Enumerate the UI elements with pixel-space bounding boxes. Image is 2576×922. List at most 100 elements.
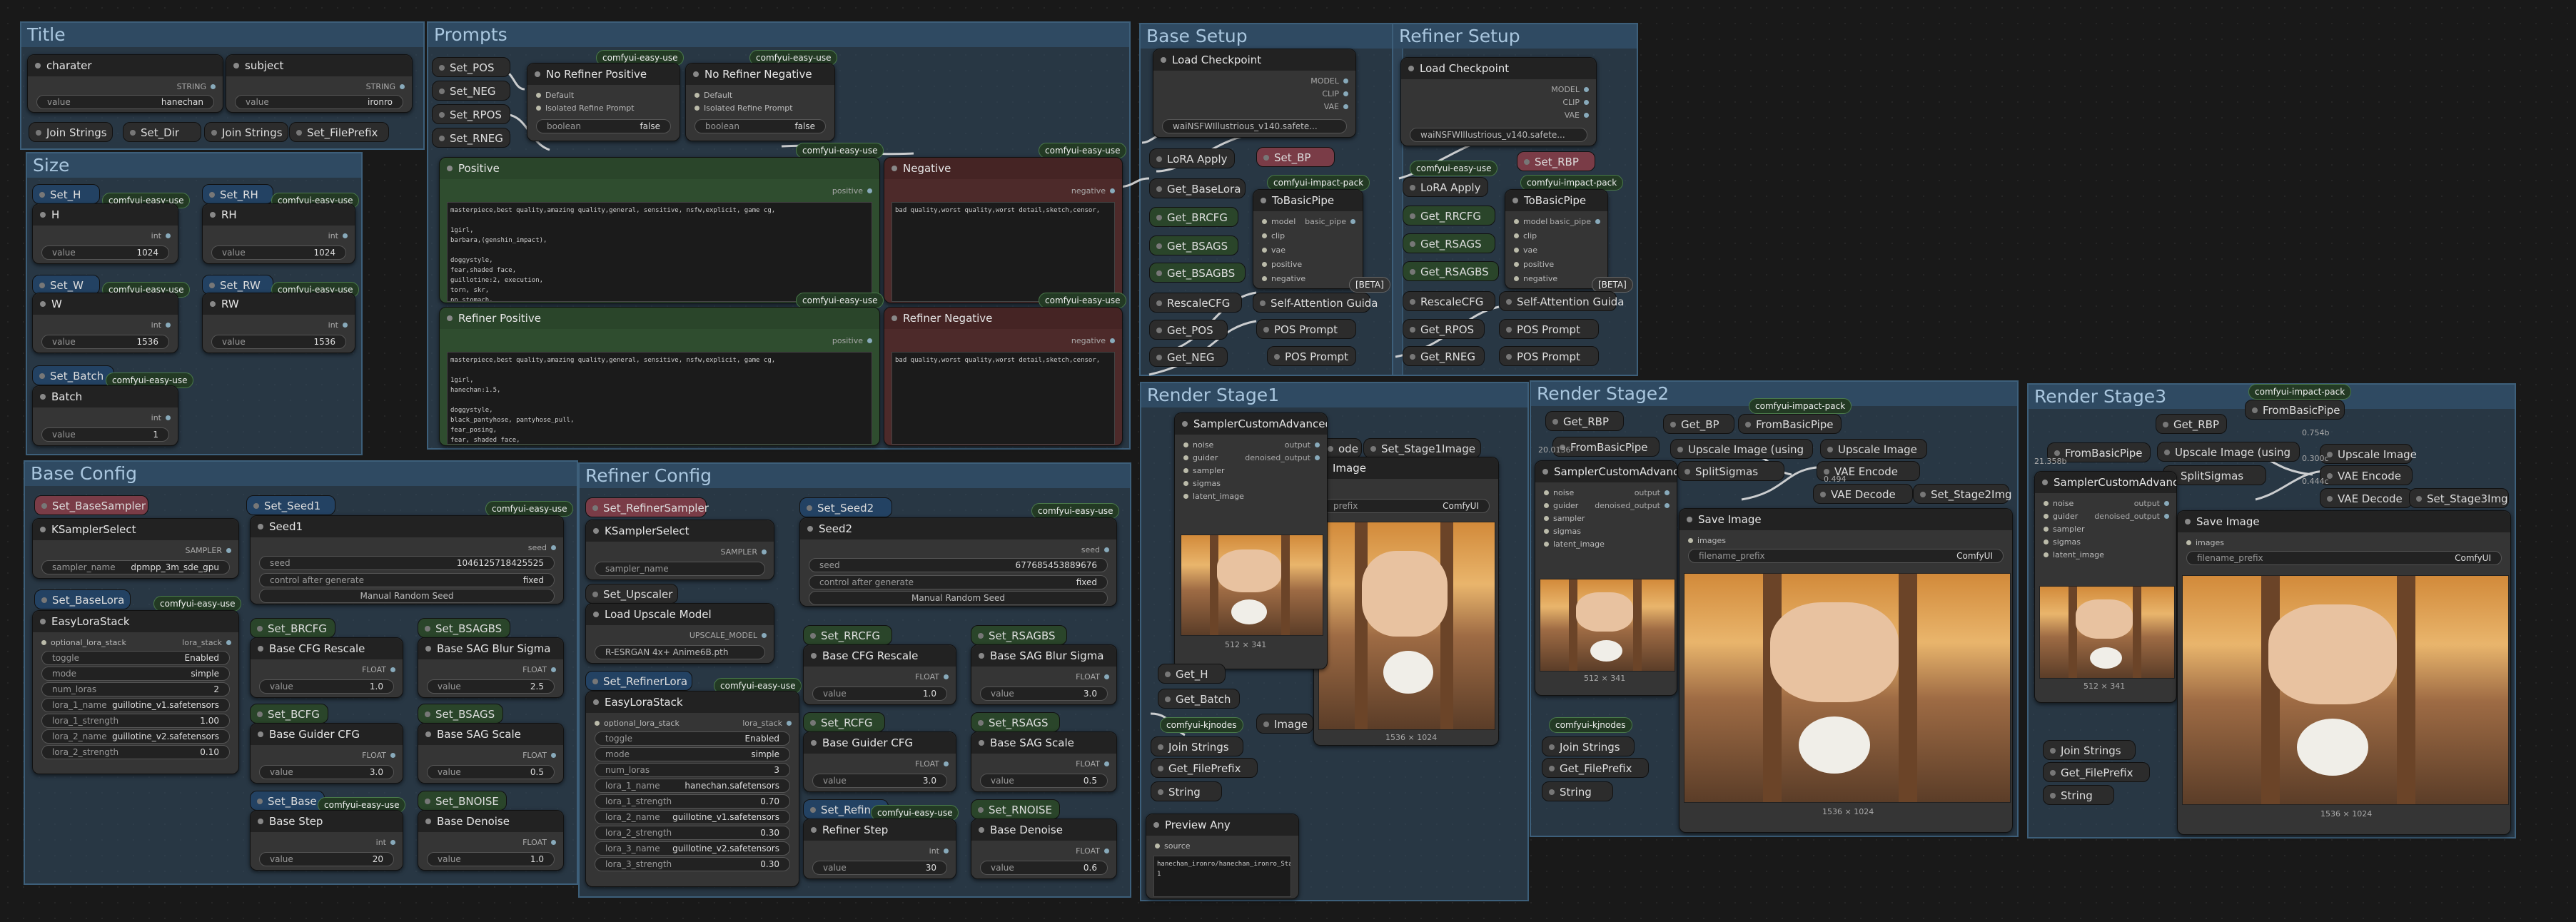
node-set-stage2img[interactable]: Set_Stage2Img	[1913, 484, 2012, 504]
s1-noise-input[interactable]: noise	[1183, 440, 1213, 450]
node-vae-decode-stage3[interactable]: VAE Decode	[2320, 488, 2413, 508]
node-join-strings-2[interactable]: Join Strings	[204, 122, 288, 142]
save3-prefix-field[interactable]: filename_prefix ComfyUI	[2186, 551, 2502, 565]
node-rescalecfg-base[interactable]: RescaleCFG	[1149, 293, 1242, 313]
node-set-rrcfg[interactable]: Set_RRCFG	[803, 625, 892, 645]
nrp-isolated-input[interactable]: Isolated Refine Prompt	[536, 103, 635, 113]
rpositive-output[interactable]: positive	[832, 336, 872, 345]
node-set-upscaler[interactable]: Set_Upscaler	[585, 584, 678, 604]
sampler-name-select-refiner[interactable]: sampler_namedpmpp_2m_sde_gpu	[595, 562, 765, 576]
node-join-strings-1[interactable]: Join Strings	[29, 122, 113, 142]
bdenoise-output[interactable]: FLOAT	[522, 838, 556, 847]
easylora-l1-name[interactable]: lora_1_name guillotine_v1.safetensors	[41, 698, 230, 712]
bsag-scale-output[interactable]: FLOAT	[522, 751, 556, 760]
seed1-output[interactable]: seed	[528, 543, 556, 552]
easylora-output[interactable]: lora_stack	[182, 638, 231, 647]
rckpt-name-select[interactable]: waiNSFWIllustrious_v140.safete...	[1410, 128, 1587, 142]
reasylora-l3-strength[interactable]: lora_3_strength 0.30	[595, 857, 790, 871]
node-set-rsagbs[interactable]: Set_RSAGBS	[971, 625, 1067, 645]
node-refiner-guider-cfg[interactable]: Base Guider CFG FLOAT value 3.0	[803, 731, 956, 792]
node-batch[interactable]: Batch int value 1	[32, 385, 178, 446]
node-set-bp[interactable]: Set_BP	[1256, 147, 1335, 167]
node-upscale-image-stage3[interactable]: Upscale Image	[2320, 444, 2417, 464]
node-set-rnoise[interactable]: Set_RNOISE	[971, 799, 1060, 819]
node-no-refiner-negative[interactable]: No Refiner Negative Default Isolated Ref…	[685, 63, 835, 141]
node-refiner-sag-blur[interactable]: Base SAG Blur Sigma FLOAT value 3.0	[971, 644, 1117, 705]
node-refiner-positive[interactable]: Refiner Positive positive masterpiece,be…	[439, 307, 880, 446]
bdenoise-field[interactable]: value 1.0	[427, 852, 555, 866]
node-upscale-image-using-stage3[interactable]: Upscale Image (using	[2157, 442, 2300, 462]
node-image-stage1[interactable]: Image	[1256, 714, 1313, 734]
node-set-rbp[interactable]: Set_RBP	[1517, 151, 1595, 171]
node-vae-encode-stage3[interactable]: VAE Encode	[2320, 465, 2413, 485]
seed2-manual-random-button[interactable]: Manual Random Seed	[809, 591, 1108, 605]
rckpt-vae-output[interactable]: VAE	[1565, 111, 1589, 120]
preview-source-input[interactable]: source	[1155, 841, 1191, 851]
seed2-value-field[interactable]: seed 677685453889676	[809, 558, 1108, 572]
node-from-basic-pipe-stage2-b[interactable]: FromBasicPipe	[1738, 414, 1842, 434]
nrp-default-input[interactable]: Default	[536, 91, 574, 100]
node-get-batch-stage1[interactable]: Get_Batch	[1158, 689, 1240, 709]
tbp-vae-input[interactable]: vae	[1262, 245, 1286, 255]
save2-images-input[interactable]: images	[1688, 536, 1726, 545]
node-set-dir[interactable]: Set_Dir	[123, 122, 201, 142]
node-join-strings-stage3[interactable]: Join Strings	[2043, 740, 2136, 760]
rtbp-clip-input[interactable]: clip	[1514, 231, 1537, 240]
w-value-field[interactable]: value 1536	[41, 335, 169, 349]
nrn-default-input[interactable]: Default	[694, 91, 732, 100]
node-positive[interactable]: Positive positive masterpiece,best quali…	[439, 157, 880, 303]
node-set-stage3img[interactable]: Set_Stage3Img	[2409, 488, 2509, 508]
node-split-sigmas-stage3[interactable]: SplitSigmas	[2163, 465, 2266, 485]
node-sampler-custom-adv-stage2[interactable]: SamplerCustomAdvanced noise output guide…	[1535, 460, 1677, 696]
node-get-rbp-stage2[interactable]: Get_RBP	[1545, 411, 1624, 431]
s3-output[interactable]: output	[2134, 499, 2169, 508]
nrn-isolated-input[interactable]: Isolated Refine Prompt	[694, 103, 793, 113]
node-get-rrcfg[interactable]: Get_RRCFG	[1403, 206, 1495, 226]
bguider-output[interactable]: FLOAT	[362, 751, 395, 760]
stage1-prefix-field[interactable]: prefix ComfyUI	[1323, 499, 1490, 513]
ckpt-clip-output[interactable]: CLIP	[1322, 89, 1348, 98]
node-rh[interactable]: RH int value 1024	[202, 203, 355, 264]
node-set-rpos[interactable]: Set_RPOS	[432, 104, 510, 124]
node-get-fileprefix-stage2[interactable]: Get_FilePrefix	[1542, 758, 1649, 778]
node-get-rbp-stage3[interactable]: Get_RBP	[2156, 414, 2227, 434]
node-string-stage2[interactable]: String	[1542, 781, 1613, 801]
node-seed2[interactable]: Seed2 seed seed 677685453889676 control a…	[799, 517, 1117, 607]
bsag-blur-output[interactable]: FLOAT	[522, 665, 556, 674]
save2-prefix-field[interactable]: filename_prefix ComfyUI	[1688, 549, 2004, 563]
node-refiner-sag-scale[interactable]: Base SAG Scale FLOAT value 0.5	[971, 731, 1117, 792]
nrn-boolean-toggle[interactable]: boolean false	[694, 119, 826, 133]
seed2-control-select[interactable]: control after generate fixed	[809, 575, 1108, 589]
s2-guider-input[interactable]: guider	[1544, 501, 1578, 510]
node-set-rh[interactable]: Set_RH	[202, 184, 273, 204]
node-refiner-step[interactable]: Refiner Step int value 30	[803, 819, 956, 879]
seed1-manual-random-button[interactable]: Manual Random Seed	[259, 589, 555, 603]
rckpt-model-output[interactable]: MODEL	[1551, 85, 1589, 94]
node-get-rsags[interactable]: Get_RSAGS	[1403, 233, 1495, 253]
seed2-output[interactable]: seed	[1081, 545, 1109, 554]
save3-images-input[interactable]: images	[2186, 538, 2224, 547]
node-set-batch[interactable]: Set_Batch	[32, 365, 114, 385]
nrp-boolean-toggle[interactable]: boolean false	[536, 119, 671, 133]
rckpt-clip-output[interactable]: CLIP	[1562, 98, 1589, 107]
easylora-mode[interactable]: mode simple	[41, 667, 230, 681]
s2-output[interactable]: output	[1635, 488, 1670, 497]
s3-latent-input[interactable]: latent_image	[2044, 550, 2104, 559]
easylora-l2-name[interactable]: lora_2_name guillotine_v2.safetensors	[41, 729, 230, 744]
charater-string-output[interactable]: STRING	[177, 82, 216, 91]
easylora-l2-strength[interactable]: lora_2_strength 0.10	[41, 745, 230, 759]
node-get-brcfg[interactable]: Get_BRCFG	[1149, 207, 1238, 227]
node-no-refiner-positive[interactable]: No Refiner Positive Default Isolated Ref…	[527, 63, 680, 141]
batch-int-output[interactable]: int	[151, 413, 171, 422]
reasylora-l2-name[interactable]: lora_2_name guillotine_v1.safetensors	[595, 810, 790, 824]
node-base-denoise[interactable]: Base Denoise FLOAT value 1.0	[418, 810, 564, 871]
easylora-num-loras[interactable]: num_loras 2	[41, 682, 230, 696]
node-refiner-cfg-rescale[interactable]: Base CFG Rescale FLOAT value 1.0	[803, 644, 956, 705]
upscale-model-select[interactable]: R-ESRGAN 4x+ Anime6B.pth	[595, 645, 765, 659]
node-sampler-custom-adv-stage1[interactable]: SamplerCustomAdvanced noise output guide…	[1174, 412, 1328, 669]
node-set-refinerlora[interactable]: Set_RefinerLora	[585, 671, 692, 691]
node-get-rpos[interactable]: Get_RPOS	[1403, 319, 1485, 339]
bcfg-rescale-output[interactable]: FLOAT	[362, 665, 395, 674]
reasylora-l1-name[interactable]: lora_1_name hanechan.safetensors	[595, 779, 790, 793]
rw-value-field[interactable]: value 1536	[211, 335, 346, 349]
